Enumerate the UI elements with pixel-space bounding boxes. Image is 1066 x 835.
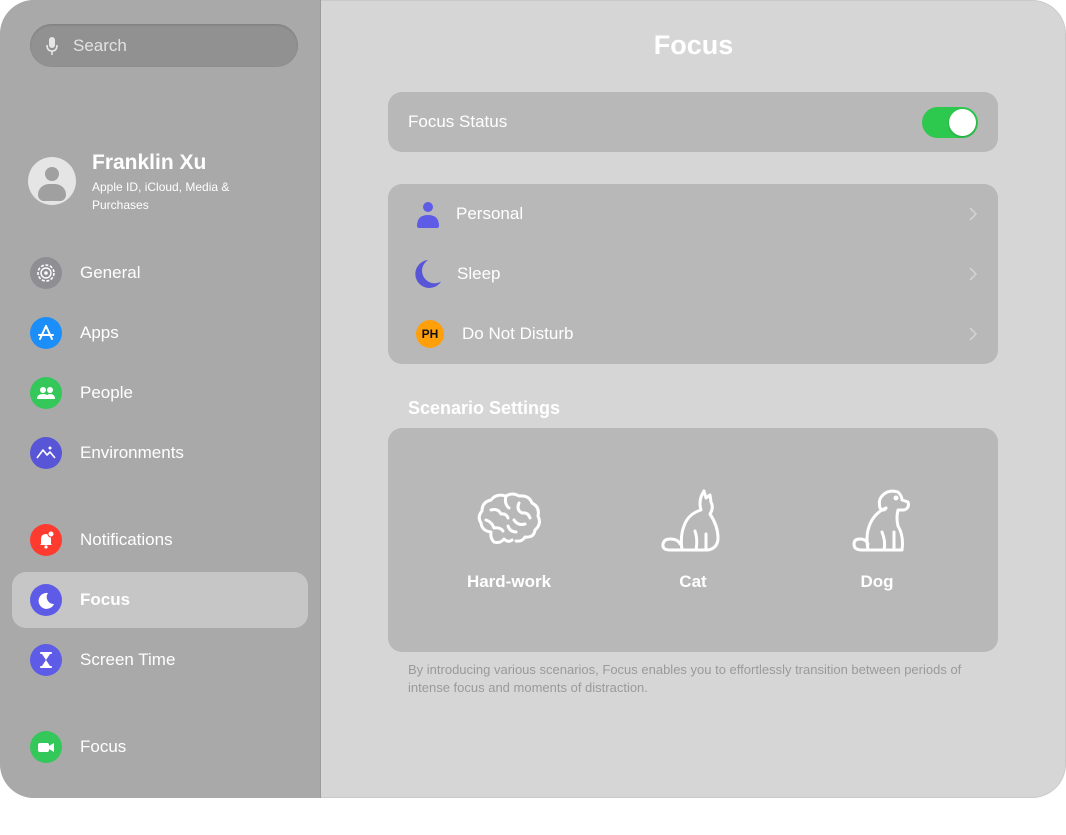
focus-modes-list: Personal Sleep PH Do Not Disturb	[388, 184, 998, 364]
scenario-label: Hard-work	[466, 572, 552, 591]
focus-status-label: Focus Status	[408, 112, 508, 131]
sidebar-item-environments[interactable]: Environments	[12, 425, 308, 481]
settings-window: Search Franklin Xu Apple ID, iCloud, Med…	[0, 0, 1066, 798]
sidebar-item-label: People	[80, 383, 133, 402]
sidebar-item-label: Notifications	[80, 530, 173, 549]
profile-row[interactable]: Franklin Xu Apple ID, iCloud, Media & Pu…	[28, 150, 242, 214]
moon-icon	[30, 584, 62, 616]
scenario-cat[interactable]: Cat	[633, 486, 753, 592]
sidebar-item-label: Apps	[80, 323, 119, 342]
sidebar: Search Franklin Xu Apple ID, iCloud, Med…	[0, 0, 321, 798]
ph-badge-icon: PH	[416, 320, 444, 348]
person-icon	[414, 200, 442, 228]
page-title: Focus	[653, 30, 734, 60]
bell-icon	[30, 524, 62, 556]
brain-icon	[477, 492, 541, 545]
mode-row-personal[interactable]: Personal	[388, 184, 998, 244]
sidebar-item-label: Focus	[80, 737, 127, 756]
scenario-card: Hard-work Cat Dog	[388, 428, 998, 652]
sidebar-item-focus-video[interactable]: Focus	[12, 719, 308, 775]
main-pane: Focus Focus Status Personal Sleep PH Do …	[321, 0, 1066, 798]
scenario-dog[interactable]: Dog	[817, 486, 937, 592]
scenario-hard-work[interactable]: Hard-work	[449, 486, 569, 592]
scenario-section-title: Scenario Settings	[408, 398, 561, 418]
scenario-label: Cat	[679, 572, 707, 591]
profile-subtitle: Apple ID, iCloud, Media & Purchases	[92, 180, 230, 212]
chevron-right-icon	[969, 207, 978, 221]
mode-label: Personal	[456, 204, 524, 223]
mode-row-do-not-disturb[interactable]: PH Do Not Disturb	[388, 304, 998, 364]
mic-icon[interactable]	[45, 36, 59, 56]
focus-status-toggle[interactable]	[922, 107, 978, 138]
mountains-icon	[30, 437, 62, 469]
people-icon	[30, 377, 62, 409]
search-placeholder: Search	[73, 35, 127, 55]
sidebar-item-people[interactable]: People	[12, 365, 308, 421]
sidebar-item-label: Screen Time	[80, 650, 176, 669]
sidebar-item-label: Focus	[80, 590, 131, 609]
mode-label: Sleep	[457, 264, 501, 283]
mode-row-sleep[interactable]: Sleep	[388, 244, 998, 304]
hourglass-icon	[30, 644, 62, 676]
scenario-label: Dog	[860, 572, 894, 591]
search-field[interactable]: Search	[30, 24, 298, 67]
moon-icon	[415, 260, 443, 288]
sidebar-item-focus[interactable]: Focus	[12, 572, 308, 628]
gear-icon	[30, 257, 62, 289]
chevron-right-icon	[969, 327, 978, 341]
focus-status-row[interactable]: Focus Status	[388, 92, 998, 152]
sidebar-item-notifications[interactable]: Notifications	[12, 512, 308, 568]
app-store-icon	[30, 317, 62, 349]
profile-name: Franklin Xu	[92, 151, 207, 174]
chevron-right-icon	[969, 267, 978, 281]
cat-icon	[661, 489, 720, 552]
dog-icon	[852, 489, 910, 552]
mode-label: Do Not Disturb	[462, 324, 574, 343]
sidebar-item-general[interactable]: General	[12, 245, 308, 301]
scenario-footnote: By introducing various scenarios, Focus …	[408, 662, 962, 695]
sidebar-item-apps[interactable]: Apps	[12, 305, 308, 361]
sidebar-item-screen-time[interactable]: Screen Time	[12, 632, 308, 688]
sidebar-item-label: Environments	[80, 443, 184, 462]
avatar	[28, 157, 76, 205]
video-camera-icon	[30, 731, 62, 763]
sidebar-item-label: General	[80, 263, 141, 282]
